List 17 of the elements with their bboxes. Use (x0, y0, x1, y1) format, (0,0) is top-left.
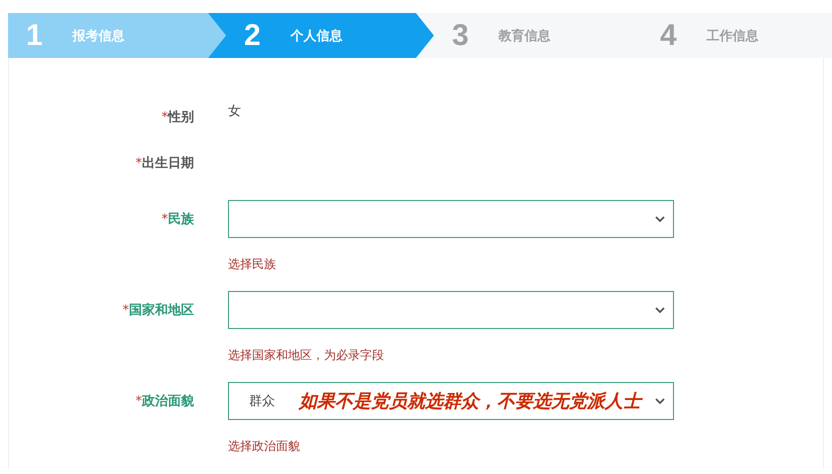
step-tab[interactable]: 2 个人信息 (208, 13, 434, 58)
validation-hint: 选择国家和地区，为必录字段 (228, 347, 385, 364)
field-label: *性别 (162, 109, 194, 126)
chevron-icon (655, 306, 665, 314)
select-field[interactable] (228, 200, 674, 238)
chevron-icon (655, 398, 665, 404)
field-label: *民族 (162, 211, 194, 228)
chevron-icon (655, 216, 665, 222)
select-field[interactable] (228, 291, 674, 329)
field-label: *国家和地区 (122, 302, 194, 319)
field-value: 女 (228, 103, 242, 120)
field-label: *出生日期 (136, 155, 194, 172)
validation-hint: 选择政治面貌 (228, 438, 301, 455)
step-tab[interactable]: 1 报考信息 (8, 13, 226, 58)
field-label: *政治面貌 (136, 393, 194, 410)
annotation-text: 如果不是党员就选群众，不要选无党派人士 (299, 390, 641, 413)
validation-hint: 选择民族 (228, 256, 277, 273)
